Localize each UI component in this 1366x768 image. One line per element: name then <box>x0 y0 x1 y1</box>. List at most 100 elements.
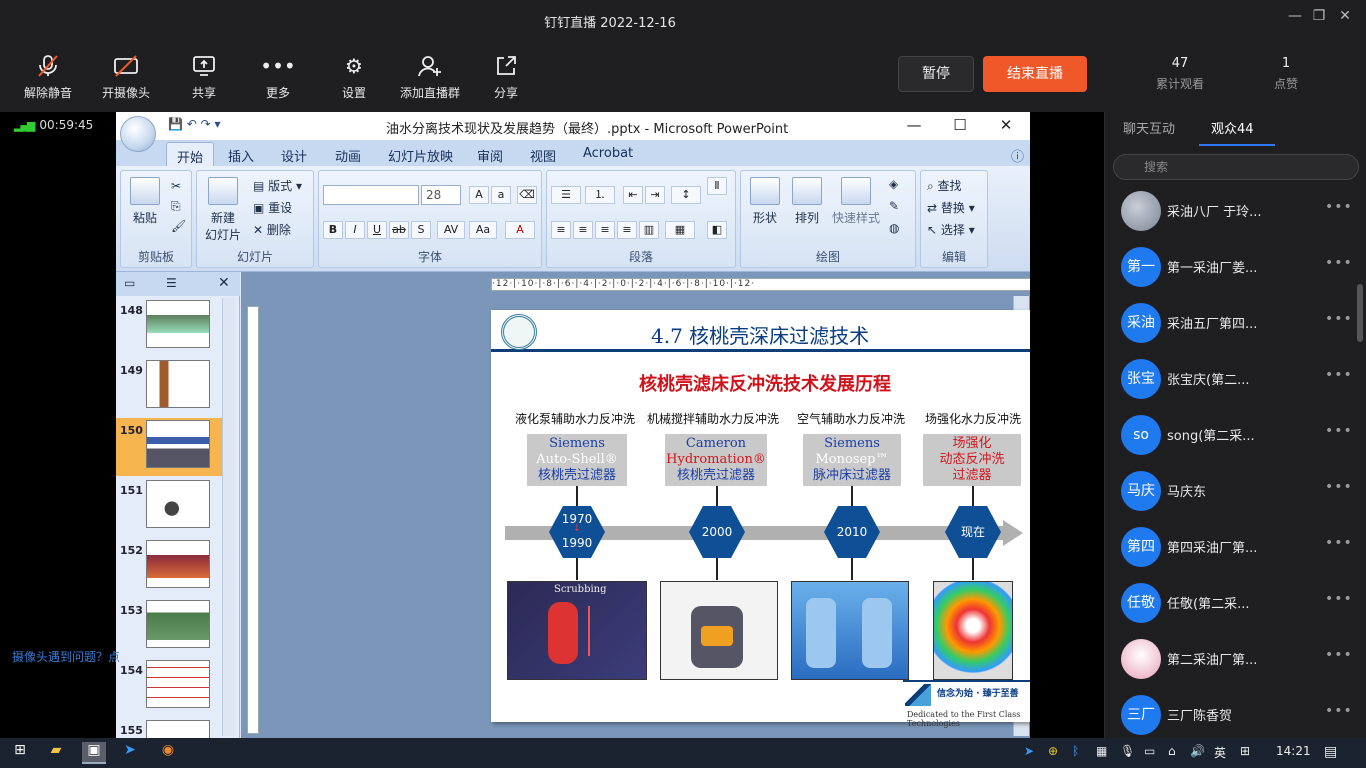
shapes-button[interactable]: 形状 <box>745 177 785 226</box>
bold-icon[interactable]: B <box>323 221 343 239</box>
thumbnail[interactable]: 154 <box>116 658 224 716</box>
font-color-icon[interactable]: A <box>505 221 535 239</box>
ppt-maximize-button[interactable]: ☐ <box>950 116 970 134</box>
battery-icon[interactable]: ▭ <box>1144 744 1155 758</box>
tab-acrobat[interactable]: Acrobat <box>583 146 633 161</box>
char-spacing-icon[interactable]: AV <box>437 221 465 239</box>
shape-outline-icon[interactable]: ✎ <box>889 199 899 213</box>
align-right-icon[interactable]: ≡ <box>595 221 615 239</box>
dingtalk-taskbar-icon[interactable]: ➤ <box>118 742 142 764</box>
audience-item[interactable]: 第四 第四采油厂第... ••• <box>1105 519 1366 575</box>
ppt-close-button[interactable]: ✕ <box>996 116 1016 134</box>
thumbnail[interactable]: 148 <box>116 298 224 356</box>
thumbnail[interactable]: 151 <box>116 478 224 536</box>
font-name-select[interactable] <box>323 185 419 205</box>
more-icon[interactable]: ••• <box>1325 367 1353 383</box>
tab-design[interactable]: 设计 <box>281 146 307 165</box>
audience-item[interactable]: 三厂 三厂陈香贺 ••• <box>1105 687 1366 743</box>
shrink-font-icon[interactable]: a <box>491 186 511 204</box>
camera-button[interactable]: 开摄像头 <box>86 54 166 101</box>
bluetooth-icon[interactable]: ᛒ <box>1072 744 1079 758</box>
align-left-icon[interactable]: ≡ <box>551 221 571 239</box>
file-explorer-icon[interactable]: ▰ <box>44 742 68 764</box>
arrange-button[interactable]: 排列 <box>787 177 827 226</box>
powerpoint-taskbar-icon[interactable]: ▣ <box>82 742 106 764</box>
close-pane-icon[interactable]: ✕ <box>218 275 230 291</box>
select-button[interactable]: ↖ 选择 ▾ <box>927 221 975 238</box>
audience-item[interactable]: so song(第二采... ••• <box>1105 407 1366 463</box>
paste-button[interactable]: 粘贴 <box>127 177 163 226</box>
audience-item[interactable]: 采油八厂 于玲... ••• <box>1105 183 1366 239</box>
decrease-indent-icon[interactable]: ⇤ <box>623 186 643 204</box>
more-icon[interactable]: ••• <box>1325 703 1353 719</box>
shape-effects-icon[interactable]: ◍ <box>889 221 899 235</box>
thumbnail[interactable]: 152 <box>116 538 224 596</box>
ime-indicator[interactable]: 英 <box>1214 744 1226 761</box>
delete-slide-button[interactable]: ✕ 删除 <box>253 221 291 238</box>
more-icon[interactable]: ••• <box>1325 535 1353 551</box>
thumbnail[interactable]: 153 <box>116 598 224 656</box>
settings-button[interactable]: ⚙ 设置 <box>314 54 394 101</box>
close-button[interactable]: ✕ <box>1334 8 1356 24</box>
distribute-icon[interactable]: ▥ <box>639 221 659 239</box>
cut-icon[interactable]: ✂ <box>171 179 181 193</box>
more-icon[interactable]: ••• <box>1325 591 1353 607</box>
audience-scrollbar[interactable] <box>1357 284 1363 342</box>
shape-fill-icon[interactable]: ◈ <box>889 177 898 191</box>
clear-format-icon[interactable]: ⌫ <box>517 186 537 204</box>
columns-icon[interactable]: ▦ <box>665 221 695 239</box>
more-icon[interactable]: ••• <box>1325 479 1353 495</box>
unmute-button[interactable]: 解除静音 <box>8 54 88 101</box>
thumbnail-scrollbar[interactable] <box>222 298 236 736</box>
strikethrough-icon[interactable]: ab <box>389 221 409 239</box>
audience-item[interactable]: 第二采油厂第... ••• <box>1105 631 1366 687</box>
audience-item[interactable]: 任敬 任敬(第二采... ••• <box>1105 575 1366 631</box>
underline-icon[interactable]: U <box>367 221 387 239</box>
increase-indent-icon[interactable]: ⇥ <box>645 186 665 204</box>
tab-home[interactable]: 开始 <box>166 142 215 166</box>
tray-app-icon[interactable]: ▦ <box>1096 744 1107 758</box>
more-icon[interactable]: ••• <box>1325 311 1353 327</box>
volume-icon[interactable]: 🔊 <box>1190 744 1205 758</box>
line-spacing-icon[interactable]: ↕ <box>671 186 701 204</box>
audience-search-input[interactable]: 搜索 <box>1113 154 1359 180</box>
change-case-icon[interactable]: Aa <box>469 221 497 239</box>
more-icon[interactable]: ••• <box>1325 255 1353 271</box>
tab-insert[interactable]: 插入 <box>228 146 254 165</box>
help-icon[interactable]: ⓘ <box>1011 146 1024 165</box>
tab-audience[interactable]: 观众44 <box>1211 118 1254 137</box>
more-icon[interactable]: ••• <box>1325 647 1353 663</box>
notification-icon[interactable]: ▤ <box>1324 744 1337 760</box>
app-taskbar-icon[interactable]: ◉ <box>156 742 180 764</box>
end-live-button[interactable]: 结束直播 <box>983 56 1087 92</box>
clock[interactable]: 14:21 <box>1276 744 1311 758</box>
microphone-icon[interactable]: 🎙 <box>1120 744 1135 758</box>
layout-button[interactable]: ▤ 版式 ▾ <box>253 177 302 194</box>
thumbnail-selected[interactable]: 150 <box>116 418 224 476</box>
more-icon[interactable]: ••• <box>1325 423 1353 439</box>
reset-button[interactable]: ▣ 重设 <box>253 199 292 216</box>
network-icon[interactable]: ⌂ <box>1168 744 1176 758</box>
copy-icon[interactable]: ⎘ <box>171 199 181 214</box>
thumbnail[interactable]: 155 <box>116 718 224 738</box>
slides-tab-icon[interactable]: ▭ <box>124 276 135 290</box>
tab-view[interactable]: 视图 <box>530 146 556 165</box>
pause-button[interactable]: 暂停 <box>898 56 974 92</box>
align-center-icon[interactable]: ≡ <box>573 221 593 239</box>
audience-item[interactable]: 张宝 张宝庆(第二... ••• <box>1105 351 1366 407</box>
font-size-select[interactable]: 28 <box>421 185 461 205</box>
find-button[interactable]: ⌕ 查找 <box>927 177 962 194</box>
tab-review[interactable]: 审阅 <box>477 146 503 165</box>
ppt-minimize-button[interactable]: — <box>904 116 924 134</box>
smartart-icon[interactable]: ◧ <box>707 221 727 239</box>
tray-plus-icon[interactable]: ⊕ <box>1048 744 1058 758</box>
camera-help-link[interactable]: 摄像头遇到问题？点 <box>12 648 120 665</box>
text-direction-icon[interactable]: Ⅱ <box>707 177 727 195</box>
thumbnail[interactable]: 149 <box>116 358 224 416</box>
tab-animation[interactable]: 动画 <box>335 146 361 165</box>
restore-button[interactable]: ❐ <box>1308 8 1330 24</box>
share-screen-button[interactable]: 共享 <box>164 54 244 101</box>
bullets-icon[interactable]: ☰ <box>551 186 581 204</box>
grow-font-icon[interactable]: A <box>469 186 489 204</box>
outline-tab-icon[interactable]: ☰ <box>166 276 177 290</box>
